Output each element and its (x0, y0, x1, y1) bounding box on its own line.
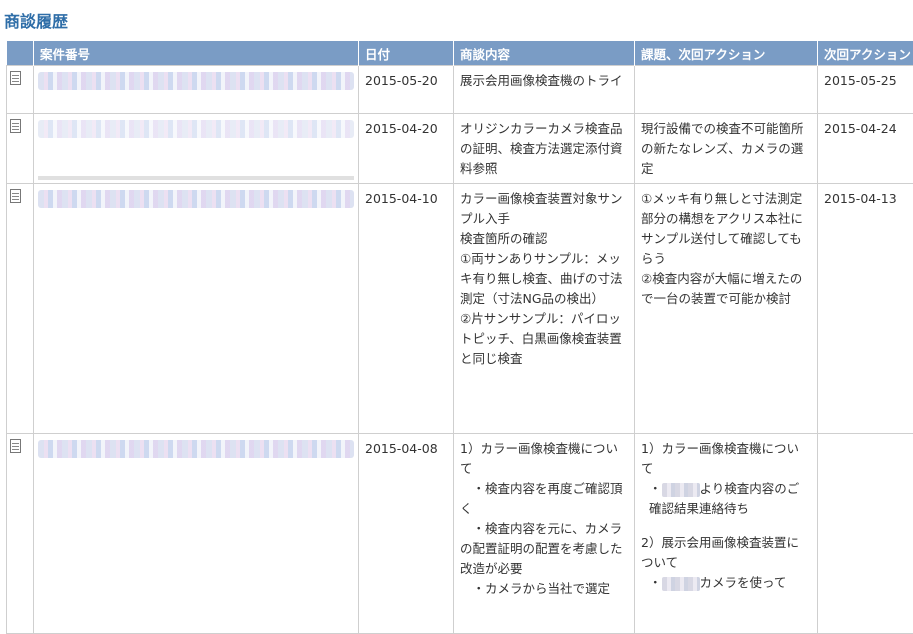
date-cell: 2015-04-20 (359, 114, 454, 184)
date-cell: 2015-04-10 (359, 184, 454, 434)
content-cell: 1）カラー画像検査機について ・検査内容を再度ご確認頂く ・検査内容を元に、カメ… (454, 434, 635, 634)
document-icon[interactable] (10, 439, 21, 453)
content-cell: カラー画像検査装置対象サンプル入手 検査箇所の確認 ①両サンありサンプル：メッキ… (454, 184, 635, 434)
table-row: 2015-04-10 カラー画像検査装置対象サンプル入手 検査箇所の確認 ①両サ… (7, 184, 913, 434)
table-row: 2015-05-20 展示会用画像検査機のトライ 2015-05-25 (7, 66, 913, 114)
header-content[interactable]: 商談内容 (454, 41, 635, 66)
issues-cell: 現行設備での検査不可能箇所の新たなレンズ、カメラの選定 (635, 114, 818, 184)
case-number-cell[interactable] (34, 184, 359, 434)
next-date-cell (818, 434, 913, 634)
next-date-cell: 2015-05-25 (818, 66, 913, 114)
redacted-name (662, 577, 700, 591)
case-number-cell[interactable] (34, 66, 359, 114)
case-number-cell[interactable] (34, 434, 359, 634)
history-table: 案件番号 日付 商談内容 課題、次回アクション 次回アクション 2015-05-… (6, 41, 913, 634)
document-icon[interactable] (10, 71, 21, 85)
issues-cell (635, 66, 818, 114)
redacted-name (662, 483, 700, 497)
table-row: 2015-04-08 1）カラー画像検査機について ・検査内容を再度ご確認頂く … (7, 434, 913, 634)
redacted-case-number (38, 190, 354, 208)
redacted-case-number (38, 120, 354, 138)
content-cell: オリジンカラーカメラ検査品の証明、検査方法選定添付資料参照 (454, 114, 635, 184)
issues-cell: ①メッキ有り無しと寸法測定部分の構想をアクリス本社にサンプル送付して確認してもら… (635, 184, 818, 434)
document-icon[interactable] (10, 119, 21, 133)
table-header-row: 案件番号 日付 商談内容 課題、次回アクション 次回アクション (7, 41, 913, 66)
header-icon (7, 41, 34, 66)
header-date[interactable]: 日付 (359, 41, 454, 66)
row-divider-shade (38, 176, 354, 180)
page-title: 商談履歴 (4, 8, 68, 32)
header-issues-next-action[interactable]: 課題、次回アクション (635, 41, 818, 66)
document-icon[interactable] (10, 189, 21, 203)
content-cell: 展示会用画像検査機のトライ (454, 66, 635, 114)
header-next-action-date[interactable]: 次回アクション (818, 41, 913, 66)
case-number-cell[interactable] (34, 114, 359, 184)
issues-cell: 1）カラー画像検査機について ・より検査内容のご確認結果連絡待ち 2）展示会用画… (635, 434, 818, 634)
date-cell: 2015-04-08 (359, 434, 454, 634)
redacted-case-number (38, 72, 354, 90)
next-date-cell: 2015-04-13 (818, 184, 913, 434)
date-cell: 2015-05-20 (359, 66, 454, 114)
header-case-number[interactable]: 案件番号 (34, 41, 359, 66)
next-date-cell: 2015-04-24 (818, 114, 913, 184)
issue-line-redacted: ・カメラを使って (641, 573, 811, 593)
redacted-case-number (38, 440, 354, 458)
table-row: 2015-04-20 オリジンカラーカメラ検査品の証明、検査方法選定添付資料参照… (7, 114, 913, 184)
issue-line-redacted: ・より検査内容のご確認結果連絡待ち (641, 479, 811, 519)
